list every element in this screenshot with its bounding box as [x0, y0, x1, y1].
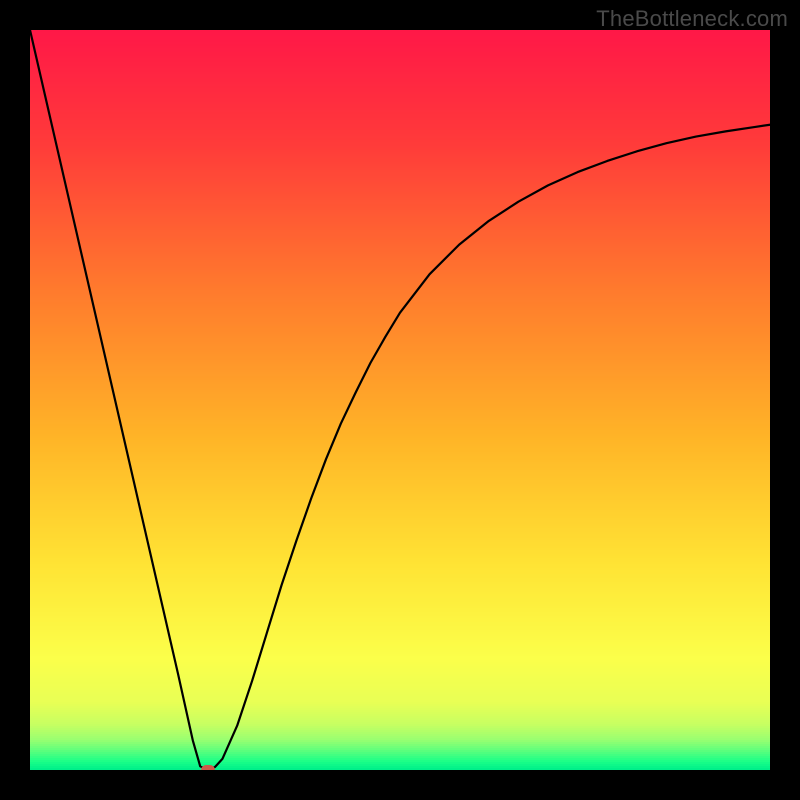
bottleneck-curve: [30, 30, 770, 770]
chart-frame: TheBottleneck.com: [0, 0, 800, 800]
optimal-point-marker: [201, 765, 215, 770]
watermark-text: TheBottleneck.com: [596, 6, 788, 32]
plot-area: [30, 30, 770, 770]
